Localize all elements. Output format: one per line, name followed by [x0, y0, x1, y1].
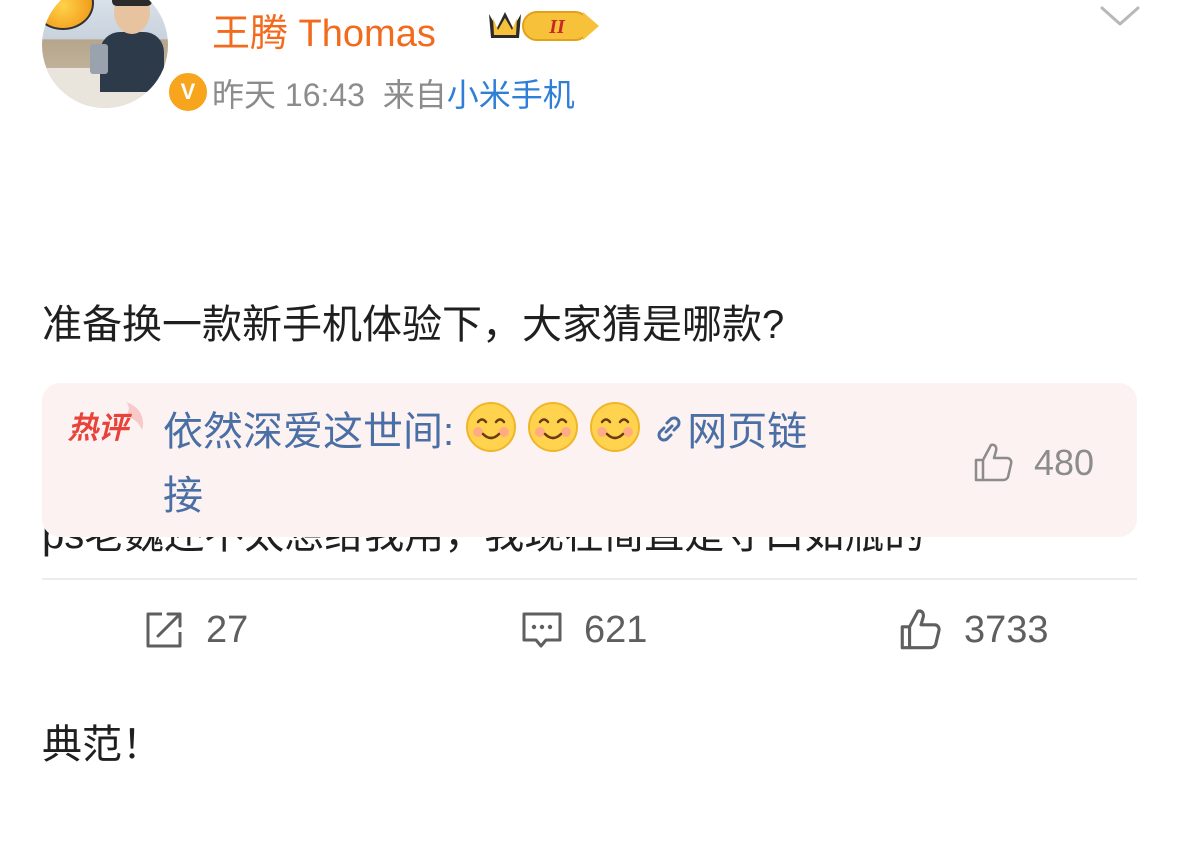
- crown-icon: II: [489, 11, 599, 41]
- verified-badge: V: [166, 70, 210, 114]
- chevron-down-icon[interactable]: [1098, 4, 1142, 30]
- avatar-cup: [90, 44, 108, 74]
- post-line-1: 准备换一款新手机体验下，大家猜是哪款?: [42, 303, 785, 347]
- level-badge-text: II: [548, 16, 566, 38]
- divider: [42, 578, 1137, 580]
- hot-comment-like-button[interactable]: 480: [970, 440, 1094, 486]
- avatar-container[interactable]: V: [42, 0, 210, 114]
- avatar-body: [100, 32, 164, 92]
- web-link-text-wrap[interactable]: 接: [163, 474, 203, 518]
- smile-emoji: [466, 402, 517, 452]
- hot-comment-text: 依然深爱这世间: 网页链 接: [163, 400, 923, 528]
- avatar-tiger-mascot: [42, 0, 94, 30]
- hot-comment-like-count: 480: [1034, 442, 1095, 483]
- thumbs-up-icon: [900, 609, 941, 650]
- post-source[interactable]: 小米手机: [447, 77, 575, 113]
- hot-tag-text: 热评: [67, 411, 133, 446]
- smile-emoji: [528, 402, 579, 452]
- repost-icon: [146, 612, 182, 648]
- smile-emoji: [590, 402, 641, 452]
- thumbs-up-icon: [974, 443, 1013, 482]
- comment-button[interactable]: 621: [520, 602, 647, 658]
- comment-icon: [522, 612, 562, 648]
- avatar-hair: [112, 0, 152, 6]
- post-meta: 昨天 16:43 来自小米手机: [212, 70, 575, 116]
- post-line-3: 典范！: [42, 723, 162, 767]
- avatar[interactable]: [42, 0, 168, 108]
- link-icon[interactable]: [651, 411, 687, 447]
- like-button[interactable]: 3733: [896, 602, 1049, 658]
- author-name[interactable]: 王腾 Thomas: [212, 2, 436, 57]
- from-label: 来自: [382, 77, 447, 113]
- web-link-text[interactable]: 网页链: [687, 410, 807, 454]
- like-count: 3733: [964, 608, 1049, 651]
- repost-button[interactable]: 27: [142, 602, 248, 658]
- repost-count: 27: [206, 608, 249, 651]
- comment-count: 621: [584, 608, 648, 651]
- hot-comment-user[interactable]: 依然深爱这世间:: [163, 410, 454, 454]
- hot-comment-tag: 热评: [67, 402, 144, 446]
- post-time: 昨天 16:43: [212, 77, 365, 113]
